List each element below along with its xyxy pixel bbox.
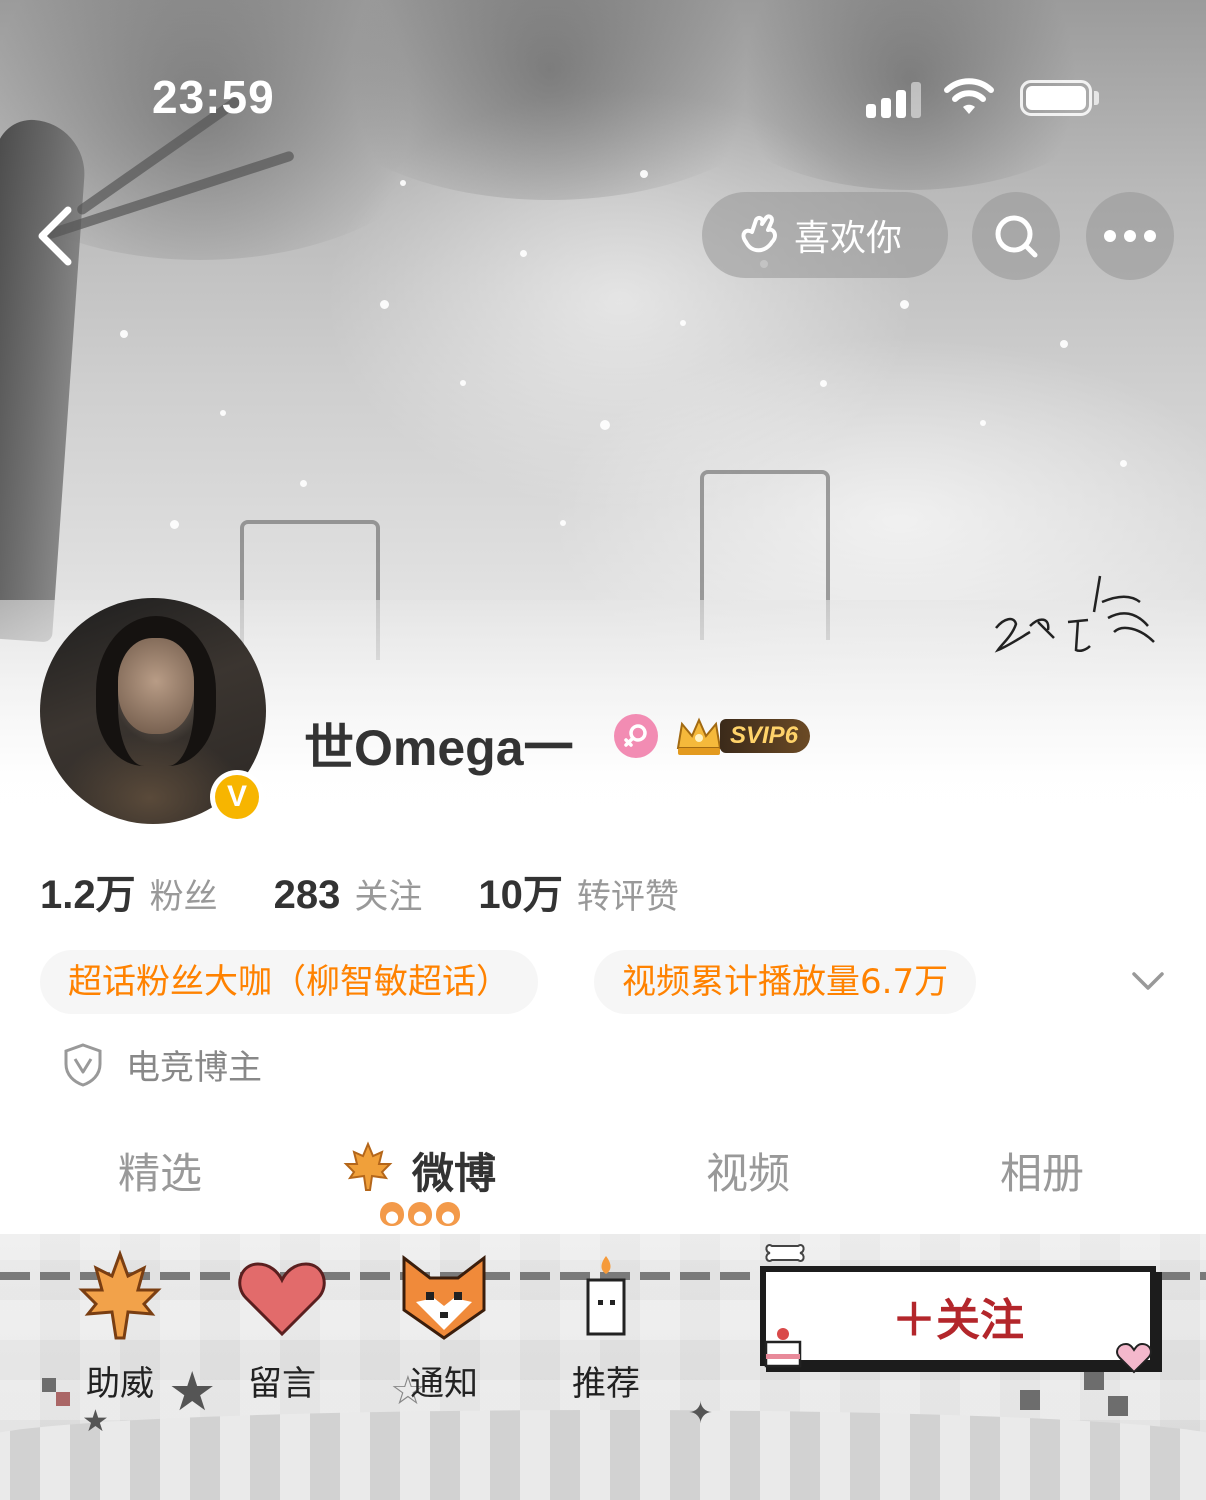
notify-label: 通知	[410, 1364, 478, 1404]
like-you-button[interactable]: 喜欢你	[702, 192, 948, 278]
following-stat[interactable]: 283 关注	[274, 869, 423, 918]
recommend-label: 推荐	[572, 1364, 640, 1404]
identity-row: 电竞博主	[62, 1040, 262, 1089]
fox-face-icon	[436, 1202, 460, 1226]
fox-face-icon	[380, 1202, 404, 1226]
bone-icon	[765, 1244, 805, 1262]
search-icon	[995, 215, 1038, 258]
cellular-signal-icon	[866, 82, 924, 118]
verified-badge-glyph: V	[215, 775, 259, 819]
heart-icon	[238, 1262, 326, 1337]
followers-label: 粉丝	[149, 877, 218, 917]
message-button[interactable]: 留言	[222, 1250, 342, 1404]
star-icon: ★	[82, 1404, 109, 1439]
crown-icon	[676, 717, 722, 755]
like-you-label: 喜欢你	[794, 218, 903, 259]
more-options-button[interactable]	[1086, 192, 1174, 280]
chevron-down-icon[interactable]	[1128, 964, 1168, 996]
cake-icon	[764, 1328, 802, 1368]
battery-icon	[1020, 80, 1092, 116]
video-plays-tag[interactable]: 视频累计播放量6.7万	[594, 950, 977, 1014]
fox-face-icon	[408, 1202, 432, 1226]
search-button[interactable]	[972, 192, 1060, 280]
wifi-icon	[944, 78, 994, 114]
engagement-label: 转评赞	[576, 877, 679, 917]
fox-icon	[402, 1254, 486, 1340]
recommend-button[interactable]: 推荐	[546, 1250, 666, 1404]
tab-featured[interactable]: 精选	[118, 1140, 202, 1201]
verified-badge-icon: V	[210, 770, 264, 824]
handwritten-signature	[994, 575, 1155, 653]
active-tab-indicator	[380, 1202, 460, 1228]
small-heart-icon	[1116, 1342, 1152, 1374]
cheer-label: 助威	[86, 1364, 154, 1404]
status-time: 23:59	[152, 71, 275, 123]
username: 世Omega一	[304, 720, 574, 776]
svip-badge[interactable]: SVIP6	[674, 714, 820, 758]
notify-button[interactable]: 通知	[384, 1250, 504, 1404]
plaid-wave-decoration	[0, 1410, 1206, 1500]
female-gender-icon	[614, 714, 658, 758]
follow-button[interactable]: ＋关注	[760, 1266, 1156, 1366]
tab-videos[interactable]: 视频	[706, 1140, 790, 1201]
profile-stats: 1.2万 粉丝 283 关注 10万 转评赞	[40, 862, 735, 920]
following-count: 283	[273, 873, 341, 917]
engagement-count: 10万	[478, 873, 563, 917]
maple-leaf-icon	[78, 1249, 162, 1340]
tab-weibo[interactable]: 微博	[412, 1140, 496, 1201]
follow-label: ＋关注	[892, 1295, 1024, 1346]
back-arrow-icon[interactable]	[28, 200, 88, 270]
followers-stat[interactable]: 1.2万 粉丝	[40, 862, 218, 920]
more-dots-icon	[1104, 230, 1156, 242]
super-topic-tag[interactable]: 超话粉丝大咖（柳智敏超话）	[40, 950, 538, 1014]
svip-label: SVIP6	[720, 719, 811, 753]
shield-icon	[64, 1042, 102, 1087]
sparkle-icon: ✦	[688, 1396, 714, 1431]
message-label: 留言	[248, 1364, 316, 1404]
tab-album[interactable]: 相册	[1000, 1140, 1084, 1201]
candle-icon	[586, 1256, 626, 1336]
battery-cap	[1094, 91, 1099, 105]
cherry-hand-icon	[741, 214, 777, 253]
following-label: 关注	[354, 877, 423, 917]
identity-label: 电竞博主	[126, 1048, 262, 1088]
cheer-button[interactable]: 助威	[60, 1249, 180, 1404]
followers-count: 1.2万	[40, 873, 136, 917]
maple-leaf-icon	[343, 1141, 393, 1191]
engagement-stat[interactable]: 10万 转评赞	[478, 862, 679, 920]
